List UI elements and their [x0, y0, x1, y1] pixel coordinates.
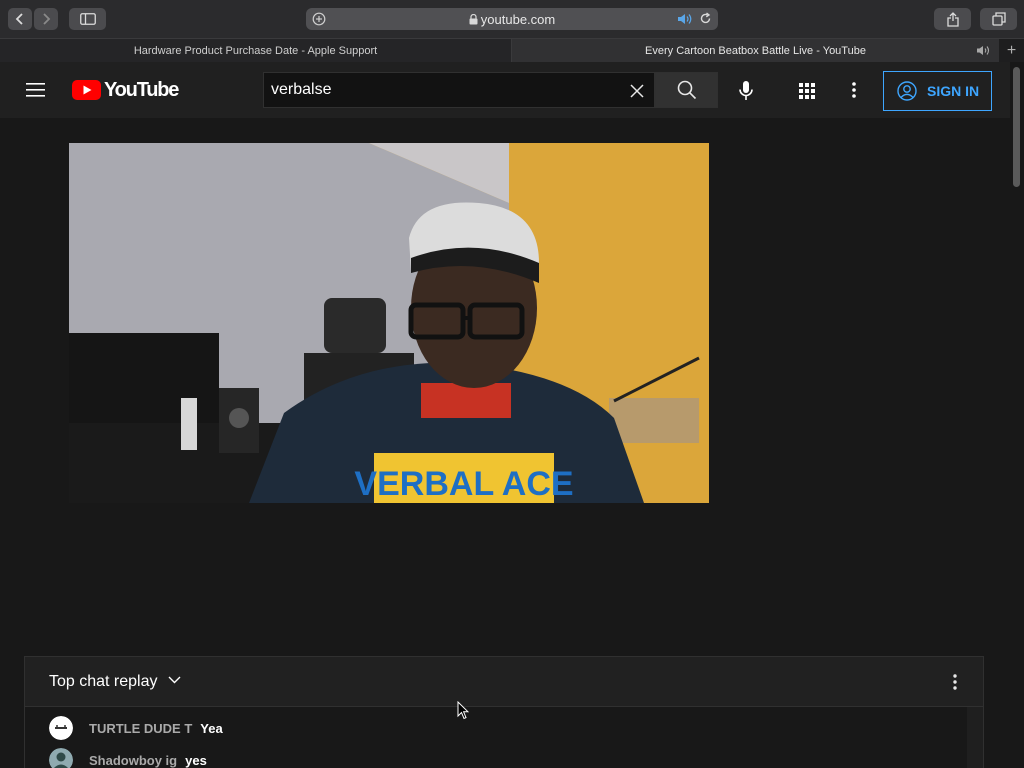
chat-menu-icon[interactable]: [953, 674, 957, 690]
shirt-text: VERBAL ACE: [354, 465, 573, 503]
tab-bar: Hardware Product Purchase Date - Apple S…: [0, 38, 1024, 63]
search-box: [263, 72, 655, 108]
youtube-logo[interactable]: YouTube: [72, 78, 179, 101]
speaker-icon[interactable]: [677, 13, 693, 25]
chat-text: Yea: [200, 720, 223, 736]
tab-apple-support[interactable]: Hardware Product Purchase Date - Apple S…: [0, 39, 512, 63]
search-input[interactable]: [271, 81, 611, 99]
chevron-left-icon: [15, 13, 23, 25]
chat-author[interactable]: Shadowboy ig: [89, 753, 177, 768]
share-icon: [946, 11, 959, 27]
address-text: youtube.com: [480, 12, 556, 27]
tabs-icon: [991, 12, 1006, 26]
chat-message: Shadowboy ig yes: [49, 747, 207, 768]
chat-header: Top chat replay: [25, 657, 983, 707]
menu-icon[interactable]: [26, 83, 46, 97]
plus-icon: +: [1006, 42, 1017, 59]
lock-icon: [469, 13, 478, 25]
new-tab-button[interactable]: +: [999, 39, 1024, 63]
chat-author[interactable]: TURTLE DUDE T: [89, 721, 192, 736]
reload-icon[interactable]: [699, 12, 712, 25]
share-button[interactable]: [934, 8, 971, 30]
chat-mode-selector[interactable]: Top chat replay: [49, 673, 181, 691]
address-bar[interactable]: youtube.com: [306, 8, 718, 30]
chat-scrollbar[interactable]: [967, 707, 983, 768]
tab-youtube[interactable]: Every Cartoon Beatbox Battle Live - YouT…: [512, 39, 999, 63]
youtube-play-icon: [72, 80, 101, 100]
video-frame: VERBAL ACE: [69, 143, 709, 503]
search-icon: [677, 80, 696, 100]
chat-text: yes: [185, 752, 207, 768]
youtube-header: YouTube SIGN IN: [0, 62, 1010, 118]
clear-search-icon[interactable]: [630, 84, 644, 98]
chat-message: TURTLE DUDE T Yea: [49, 715, 223, 741]
mouse-cursor-icon: [457, 701, 469, 720]
logo-text: YouTube: [104, 78, 179, 101]
search-button[interactable]: [655, 72, 718, 108]
tab-overview-button[interactable]: [980, 8, 1017, 30]
browser-toolbar: youtube.com: [0, 0, 1024, 38]
apps-grid-icon[interactable]: [799, 83, 815, 99]
microphone-icon[interactable]: [739, 81, 753, 101]
forward-button[interactable]: [34, 8, 58, 30]
sign-in-label: SIGN IN: [927, 83, 980, 99]
sign-in-button[interactable]: SIGN IN: [883, 71, 992, 111]
tab-title: Hardware Product Purchase Date - Apple S…: [133, 45, 378, 57]
audio-playing-icon[interactable]: [976, 45, 991, 56]
page-scrollbar-thumb[interactable]: [1013, 67, 1020, 187]
chevron-down-icon: [168, 676, 181, 684]
sidebar-icon: [79, 13, 96, 25]
avatar[interactable]: [49, 748, 73, 768]
chat-replay: Top chat replay TURTLE DUDE T Yea Shadow…: [24, 656, 984, 768]
more-options-icon[interactable]: [852, 82, 856, 98]
avatar[interactable]: [49, 716, 73, 740]
tab-title: Every Cartoon Beatbox Battle Live - YouT…: [645, 45, 866, 57]
sidebar-toggle-button[interactable]: [69, 8, 106, 30]
back-button[interactable]: [8, 8, 32, 30]
account-icon: [897, 81, 917, 101]
chevron-right-icon: [43, 13, 51, 25]
chat-title: Top chat replay: [49, 673, 158, 690]
video-player[interactable]: VERBAL ACE: [69, 143, 709, 503]
